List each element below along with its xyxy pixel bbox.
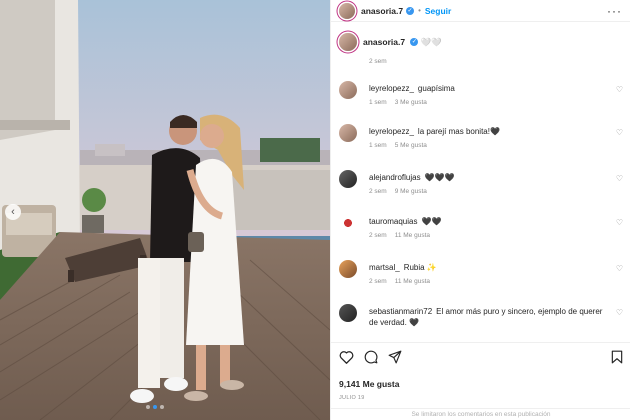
heart-icon[interactable]: ♡ bbox=[616, 308, 623, 317]
comment-likes[interactable]: 5 Me gusta bbox=[395, 142, 427, 149]
comment-text: 🖤🖤 bbox=[421, 217, 442, 226]
comment-item: alejandroflujas 🖤🖤🖤 2 sem 9 Me gusta ♡ bbox=[339, 170, 623, 195]
verified-badge-icon: ✓ bbox=[410, 38, 419, 47]
comment-item: tauromaquias 🖤🖤 2 sem 11 Me gusta ♡ bbox=[339, 214, 623, 239]
more-options-icon[interactable]: ··· bbox=[607, 4, 622, 18]
comment-likes[interactable]: 3 Me gusta bbox=[395, 99, 427, 106]
comment-text: Rubia ✨ bbox=[403, 263, 437, 272]
comment-avatar[interactable] bbox=[339, 81, 357, 99]
carousel-indicator bbox=[146, 405, 164, 409]
comment-time[interactable]: 2 sem bbox=[369, 278, 387, 285]
comment-time[interactable]: 2 sem bbox=[369, 232, 387, 239]
heart-icon[interactable]: ♡ bbox=[616, 218, 623, 227]
comment-item: leyrelopezz_ guapísima 1 sem 3 Me gusta ♡ bbox=[339, 81, 623, 106]
bookmark-icon[interactable] bbox=[611, 350, 623, 369]
avatar[interactable] bbox=[339, 2, 355, 19]
comment-text: la parejí mas bonita!🖤 bbox=[417, 127, 500, 136]
separator-dot: • bbox=[418, 6, 421, 15]
comment-avatar[interactable] bbox=[339, 170, 357, 188]
comment-time[interactable]: 2 sem bbox=[369, 188, 387, 195]
comments-limited-notice: Se limitaron los comentarios en esta pub… bbox=[331, 408, 630, 420]
comment-icon[interactable] bbox=[364, 350, 378, 369]
post-photo[interactable]: ‹ bbox=[0, 0, 330, 420]
comment-item: sebastianmarin72 El amor más puro y since… bbox=[339, 304, 623, 328]
carousel-dot-active bbox=[153, 405, 157, 409]
comment-item: martsal_ Rubia ✨ 2 sem 11 Me gusta ♡ bbox=[339, 260, 623, 285]
caption-text: anasoria.7 ✓ 🤍🤍 bbox=[363, 37, 442, 48]
post-date: JULIO 19 bbox=[339, 395, 365, 401]
comment-avatar[interactable] bbox=[339, 124, 357, 142]
comment-username[interactable]: alejandroflujas bbox=[369, 173, 421, 182]
comment-username[interactable]: tauromaquias bbox=[369, 217, 417, 226]
post-side-panel: anasoria.7 ✓ • Seguir ··· anasoria.7 ✓ 🤍… bbox=[330, 0, 630, 420]
verified-badge-icon: ✓ bbox=[406, 6, 415, 15]
heart-icon[interactable]: ♡ bbox=[616, 85, 623, 94]
heart-icon[interactable]: ♡ bbox=[616, 264, 623, 273]
follow-button[interactable]: Seguir bbox=[425, 6, 451, 16]
comment-avatar[interactable] bbox=[339, 214, 357, 232]
comment-username[interactable]: sebastianmarin72 bbox=[369, 307, 432, 316]
heart-icon[interactable]: ♡ bbox=[616, 128, 623, 137]
comment-avatar[interactable] bbox=[339, 260, 357, 278]
caption-avatar[interactable] bbox=[339, 33, 357, 51]
post-author-username[interactable]: anasoria.7 bbox=[361, 6, 403, 16]
comment-username[interactable]: martsal_ bbox=[369, 263, 400, 272]
post-caption: anasoria.7 ✓ 🤍🤍 2 sem bbox=[339, 33, 623, 65]
caption-username[interactable]: anasoria.7 bbox=[363, 37, 405, 47]
comment-item: leyrelopezz_ la parejí mas bonita!🖤 1 sem… bbox=[339, 124, 623, 149]
comment-likes[interactable]: 9 Me gusta bbox=[395, 188, 427, 195]
comment-text: guapísima bbox=[417, 84, 455, 93]
comment-text: 🖤🖤🖤 bbox=[424, 173, 455, 182]
couple-photo-illustration bbox=[0, 0, 330, 420]
comment-username[interactable]: leyrelopezz_ bbox=[369, 84, 414, 93]
chevron-left-icon: ‹ bbox=[11, 205, 15, 218]
like-count[interactable]: 9,141 Me gusta bbox=[339, 379, 623, 389]
share-icon[interactable] bbox=[388, 350, 402, 369]
comment-username[interactable]: leyrelopezz_ bbox=[369, 127, 414, 136]
carousel-dot bbox=[160, 405, 164, 409]
comment-time[interactable]: 1 sem bbox=[369, 142, 387, 149]
caption-emoji: 🤍🤍 bbox=[420, 36, 442, 47]
carousel-dot bbox=[146, 405, 150, 409]
heart-icon[interactable]: ♡ bbox=[616, 174, 623, 183]
comment-avatar[interactable] bbox=[339, 304, 357, 322]
comment-likes[interactable]: 11 Me gusta bbox=[395, 232, 430, 239]
heart-icon[interactable] bbox=[339, 350, 354, 369]
previous-photo-button[interactable]: ‹ bbox=[5, 204, 21, 220]
post-actions: 9,141 Me gusta JULIO 19 bbox=[331, 342, 630, 401]
caption-timestamp[interactable]: 2 sem bbox=[369, 58, 623, 65]
comment-time[interactable]: 1 sem bbox=[369, 99, 387, 106]
post-header: anasoria.7 ✓ • Seguir ··· bbox=[331, 0, 630, 22]
comment-likes[interactable]: 11 Me gusta bbox=[395, 278, 430, 285]
